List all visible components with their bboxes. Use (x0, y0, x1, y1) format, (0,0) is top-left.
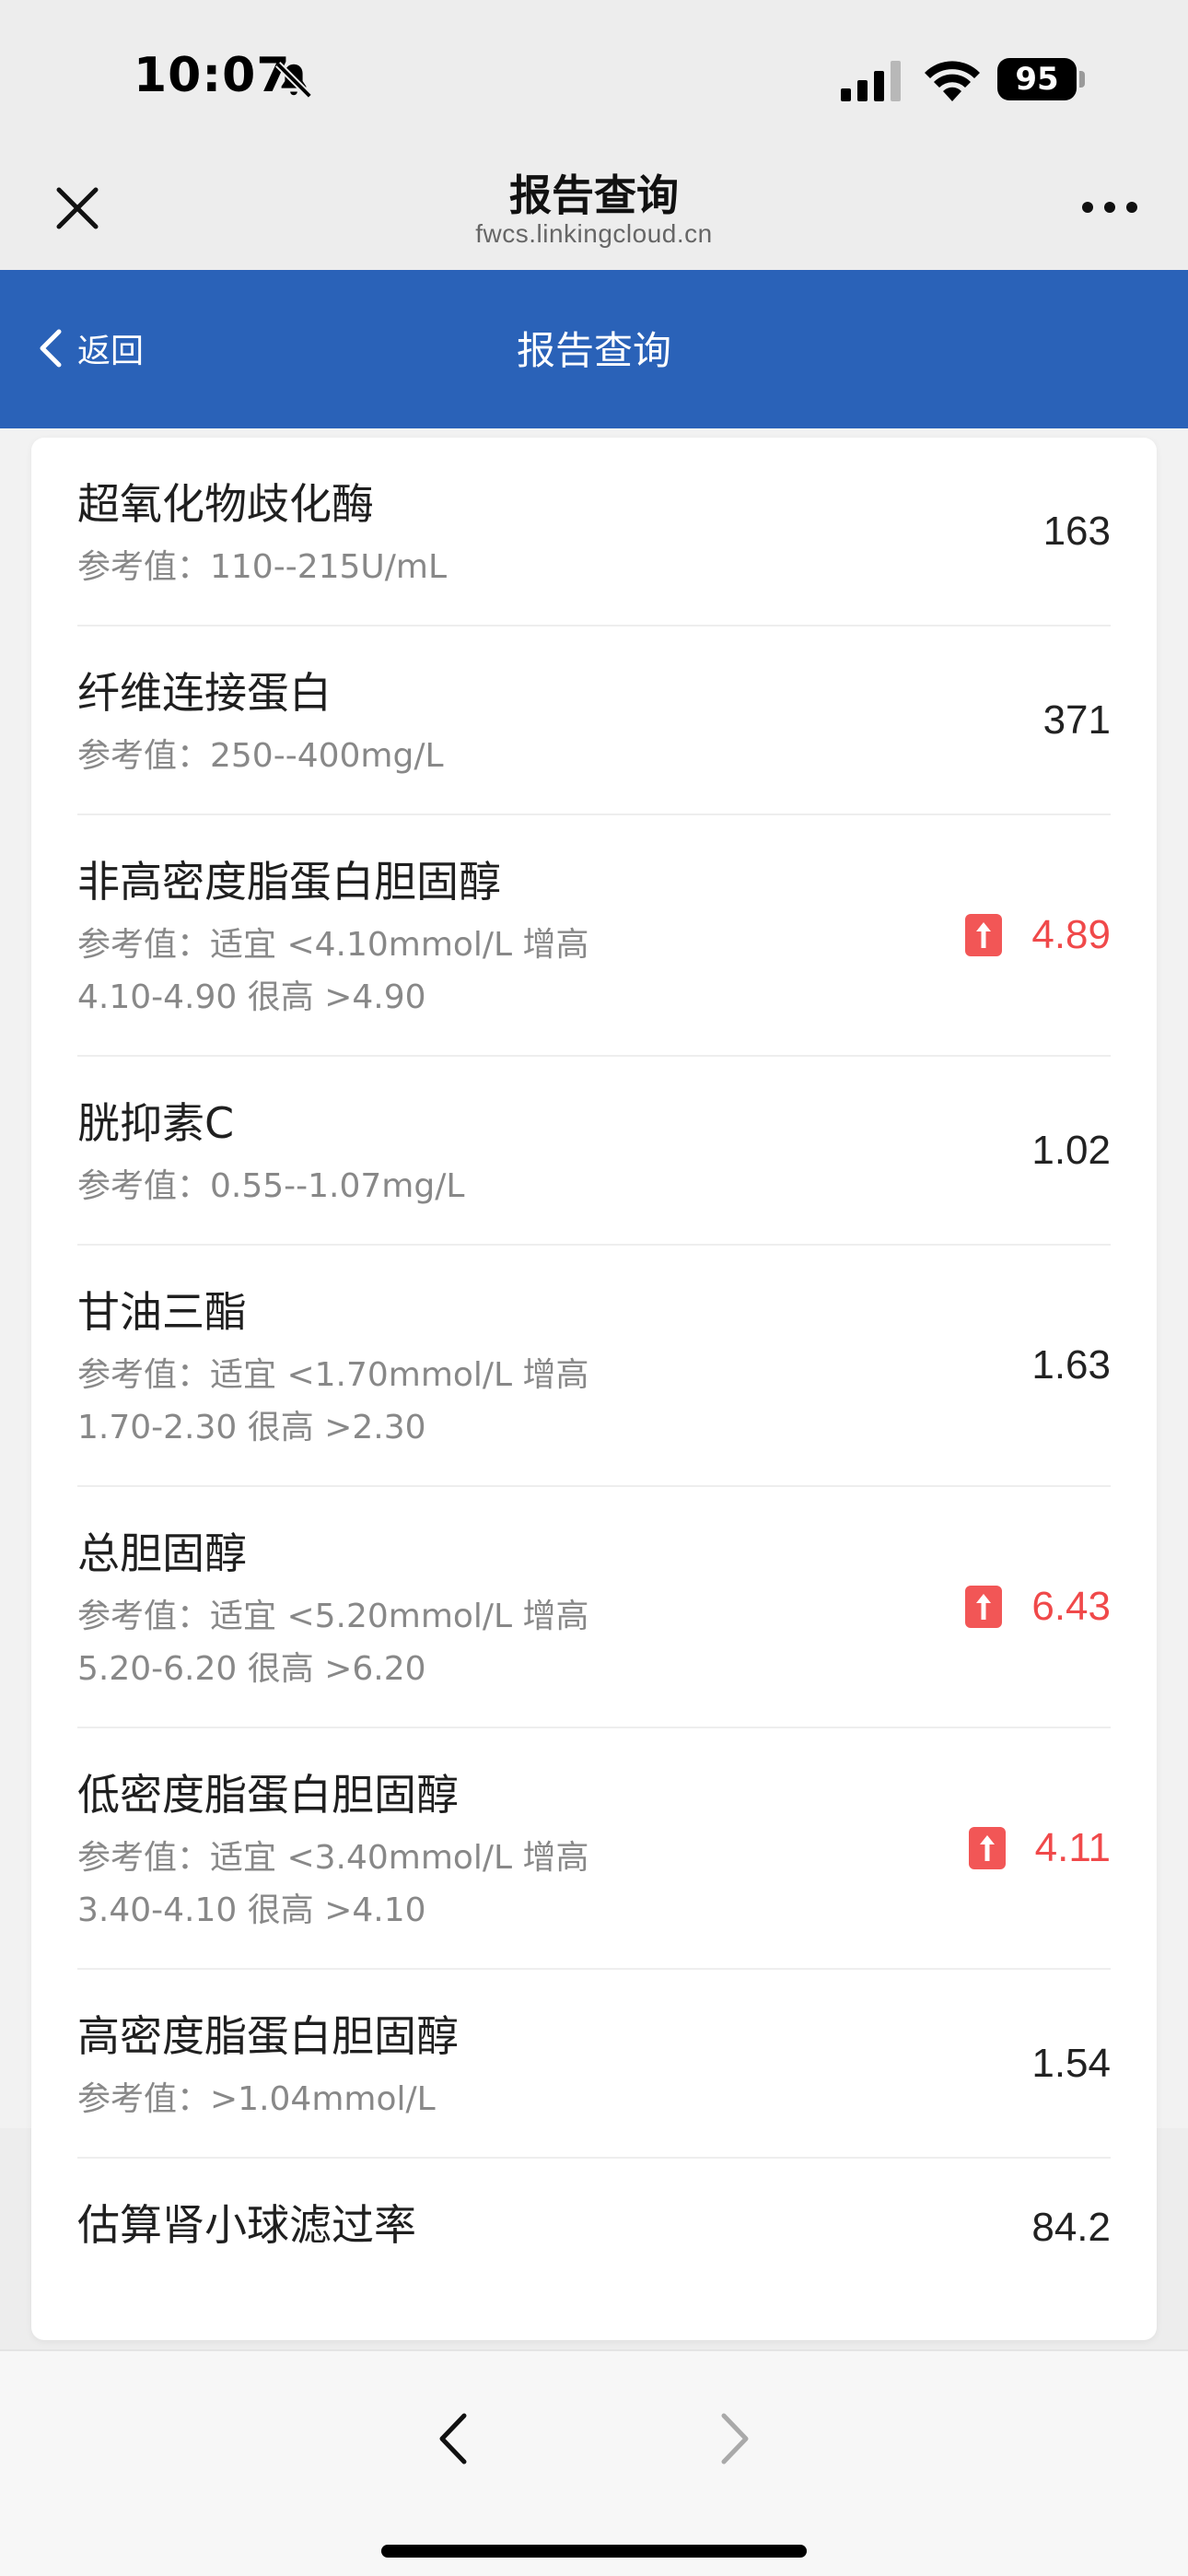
item-value: 163 (1042, 508, 1111, 554)
item-value: 1.63 (1031, 1342, 1111, 1388)
value-cell: 4.89 (965, 815, 1111, 1055)
page-nav-bar: 返回 报告查询 (0, 270, 1188, 428)
item-value: 6.43 (1031, 1584, 1111, 1629)
item-reference: 参考值：0.55--1.07mg/L (77, 1167, 465, 1205)
chevron-left-icon[interactable] (431, 2406, 477, 2471)
item-value: 4.89 (1031, 912, 1111, 957)
result-list: 超氧化物歧化酶 参考值：110--215U/mL 163 纤维连接蛋白 参考值：… (77, 438, 1111, 2340)
arrow-up-icon (965, 914, 1003, 956)
value-cell: 1.63 (1031, 1246, 1111, 1485)
item-value: 84.2 (1031, 2205, 1111, 2250)
value-cell: 84.2 (1031, 2159, 1111, 2297)
arrow-up-icon (968, 1827, 1006, 1869)
result-row: 纤维连接蛋白 参考值：250--400mg/L 371 (77, 626, 1111, 815)
item-name: 低密度脂蛋白胆固醇 (77, 1770, 459, 1820)
battery-icon: 95 (997, 58, 1077, 100)
browser-header: 报告查询 fwcs.linkingcloud.cn (0, 147, 1188, 270)
item-reference: 参考值：>1.04mmol/L (77, 2080, 436, 2118)
item-name: 非高密度脂蛋白胆固醇 (77, 857, 501, 907)
arrow-up-icon (965, 1586, 1003, 1628)
wifi-icon (925, 61, 980, 101)
item-reference: 参考值：适宜 <5.20mmol/L 增高 5.20-6.20 很高 >6.20 (77, 1598, 589, 1688)
item-name: 纤维连接蛋白 (77, 668, 332, 718)
item-name: 总胆固醇 (77, 1528, 247, 1578)
value-cell: 1.02 (1031, 1057, 1111, 1244)
result-row: 超氧化物歧化酶 参考值：110--215U/mL 163 (77, 438, 1111, 626)
browser-title: 报告查询 (509, 170, 679, 220)
value-cell: 1.54 (1031, 1970, 1111, 2157)
item-value: 4.11 (1034, 1825, 1111, 1870)
signal-icon (841, 61, 901, 101)
bell-slash-icon (275, 62, 312, 99)
status-bar: 10:07 95 (0, 0, 1188, 147)
item-name: 估算肾小球滤过率 (77, 2200, 416, 2250)
chevron-right-icon[interactable] (711, 2406, 757, 2471)
home-indicator (381, 2545, 807, 2558)
item-value: 1.54 (1031, 2040, 1111, 2086)
item-reference: 参考值：250--400mg/L (77, 737, 444, 775)
battery-nub (1079, 71, 1085, 88)
status-time: 10:07 (134, 48, 291, 103)
value-cell: 4.11 (968, 1728, 1111, 1968)
item-value: 1.02 (1031, 1127, 1111, 1173)
page-title: 报告查询 (516, 328, 671, 373)
value-cell: 163 (1043, 438, 1111, 625)
more-icon[interactable] (1077, 193, 1142, 221)
value-cell: 371 (1043, 626, 1111, 814)
value-cell: 6.43 (965, 1487, 1111, 1727)
result-row: 非高密度脂蛋白胆固醇 参考值：适宜 <4.10mmol/L 增高 4.10-4.… (77, 815, 1111, 1057)
item-reference: 参考值：适宜 <3.40mmol/L 增高 3.40-4.10 很高 >4.10 (77, 1839, 589, 1929)
bottom-toolbar (0, 2349, 1188, 2576)
result-row: 低密度脂蛋白胆固醇 参考值：适宜 <3.40mmol/L 增高 3.40-4.1… (77, 1728, 1111, 1970)
browser-url: fwcs.linkingcloud.cn (475, 219, 713, 248)
item-reference: 参考值：110--215U/mL (77, 548, 448, 586)
result-row: 高密度脂蛋白胆固醇 参考值：>1.04mmol/L 1.54 (77, 1970, 1111, 2159)
result-row: 甘油三酯 参考值：适宜 <1.70mmol/L 增高 1.70-2.30 很高 … (77, 1246, 1111, 1487)
item-reference: 参考值：适宜 <1.70mmol/L 增高 1.70-2.30 很高 >2.30 (77, 1356, 589, 1446)
item-name: 高密度脂蛋白胆固醇 (77, 2011, 459, 2061)
item-reference: 参考值：适宜 <4.10mmol/L 增高 4.10-4.90 很高 >4.90 (77, 926, 589, 1016)
results-card: 超氧化物歧化酶 参考值：110--215U/mL 163 纤维连接蛋白 参考值：… (31, 438, 1157, 2340)
result-row: 胱抑素C 参考值：0.55--1.07mg/L 1.02 (77, 1057, 1111, 1246)
item-name: 胱抑素C (77, 1098, 235, 1148)
result-row: 总胆固醇 参考值：适宜 <5.20mmol/L 增高 5.20-6.20 很高 … (77, 1487, 1111, 1728)
result-row: 估算肾小球滤过率 84.2 (77, 2159, 1111, 2340)
item-name: 超氧化物歧化酶 (77, 479, 374, 529)
battery-level: 95 (1015, 61, 1059, 98)
item-value: 371 (1042, 697, 1111, 743)
item-name: 甘油三酯 (77, 1287, 247, 1337)
